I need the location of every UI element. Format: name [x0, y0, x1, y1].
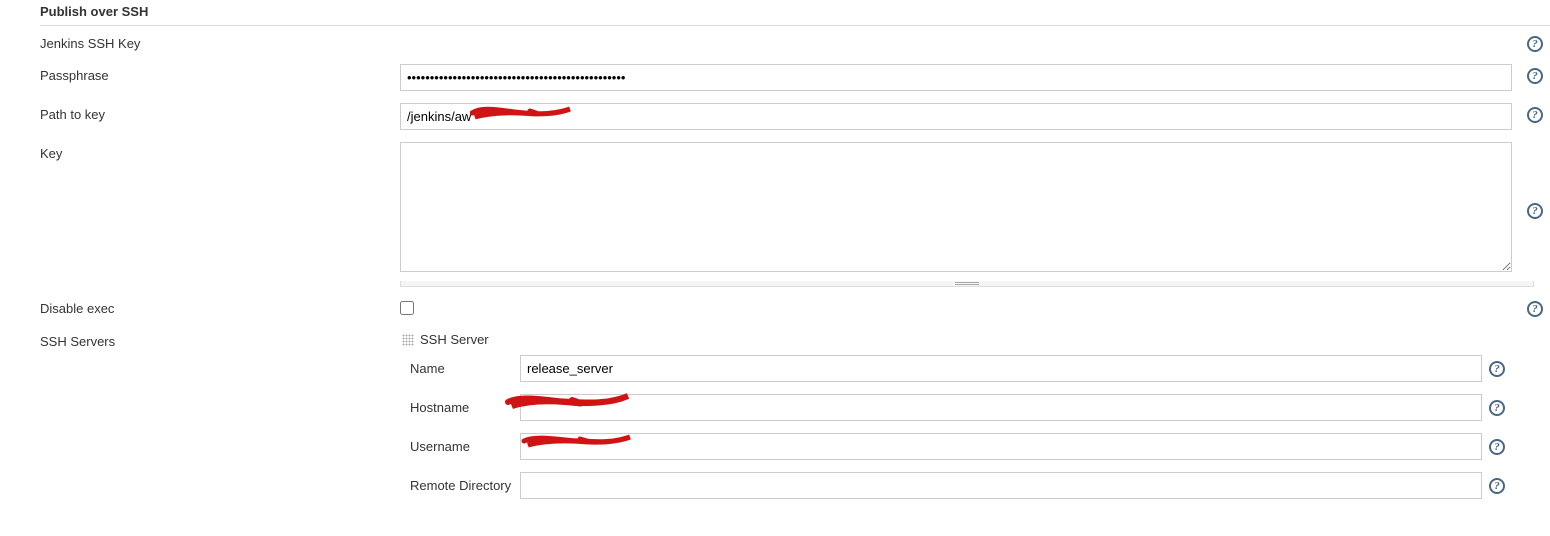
label-ssh-username: Username [400, 439, 520, 454]
row-jenkins-ssh-key: Jenkins SSH Key ? [0, 26, 1550, 58]
row-ssh-username: Username ? [400, 427, 1512, 466]
help-icon[interactable]: ? [1527, 107, 1543, 123]
help-icon[interactable]: ? [1489, 400, 1505, 416]
row-ssh-remote-dir: Remote Directory ? [400, 466, 1512, 505]
ssh-name-input[interactable] [520, 355, 1482, 382]
label-path-to-key: Path to key [0, 103, 400, 122]
row-path-to-key: Path to key ? [0, 97, 1550, 136]
help-icon[interactable]: ? [1489, 478, 1505, 494]
ssh-username-input[interactable] [520, 433, 1482, 460]
label-ssh-servers: SSH Servers [0, 330, 400, 349]
passphrase-input[interactable] [400, 64, 1512, 91]
label-key: Key [0, 142, 400, 161]
help-icon[interactable]: ? [1527, 36, 1543, 52]
row-ssh-hostname: Hostname ? [400, 388, 1512, 427]
help-icon[interactable]: ? [1527, 301, 1543, 317]
row-passphrase: Passphrase ? [0, 58, 1550, 97]
ssh-remote-dir-input[interactable] [520, 472, 1482, 499]
disable-exec-checkbox[interactable] [400, 301, 414, 315]
label-disable-exec: Disable exec [0, 297, 400, 316]
label-jenkins-ssh-key: Jenkins SSH Key [0, 32, 400, 51]
row-key: Key ? [0, 136, 1550, 281]
help-icon[interactable]: ? [1527, 68, 1543, 84]
help-icon[interactable]: ? [1527, 203, 1543, 219]
label-passphrase: Passphrase [0, 64, 400, 83]
row-ssh-servers: SSH Servers SSH Server Name ? Hostname [0, 324, 1550, 511]
ssh-server-title: SSH Server [420, 332, 489, 347]
ssh-hostname-input[interactable] [520, 394, 1482, 421]
drag-handle-icon[interactable] [402, 334, 414, 346]
ssh-server-header: SSH Server [400, 330, 1512, 349]
row-disable-exec: Disable exec ? [0, 291, 1550, 324]
help-icon[interactable]: ? [1489, 361, 1505, 377]
label-ssh-hostname: Hostname [400, 400, 520, 415]
row-ssh-name: Name ? [400, 349, 1512, 388]
label-ssh-name: Name [400, 361, 520, 376]
label-ssh-remote-dir: Remote Directory [400, 478, 520, 493]
key-textarea[interactable] [400, 142, 1512, 272]
resize-handle[interactable] [400, 281, 1534, 287]
section-title: Publish over SSH [0, 0, 1550, 25]
help-icon[interactable]: ? [1489, 439, 1505, 455]
path-to-key-input[interactable] [400, 103, 1512, 130]
